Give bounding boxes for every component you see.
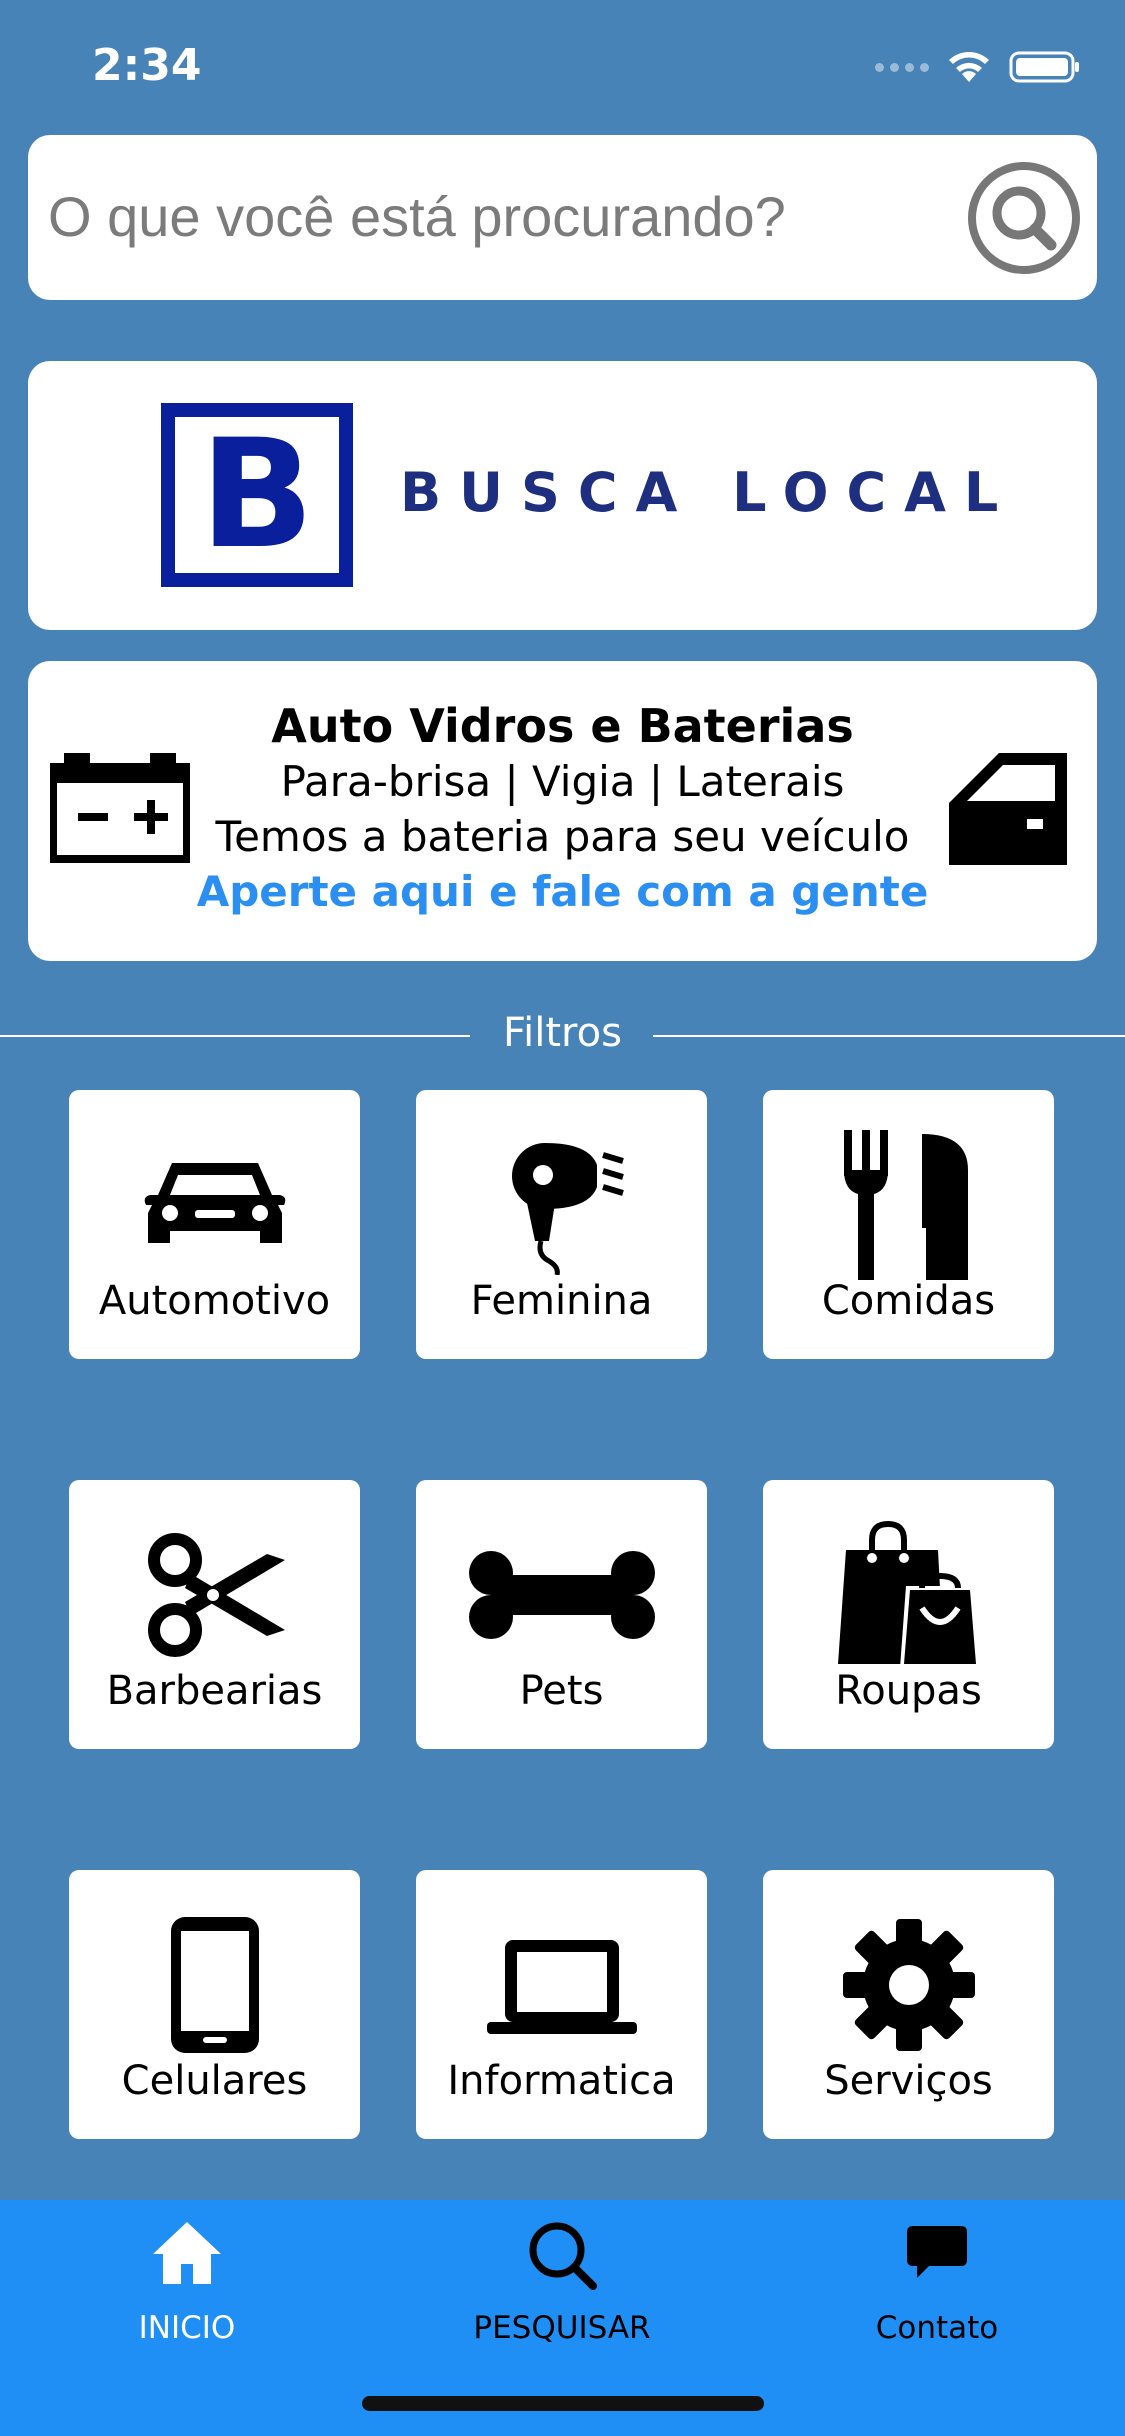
logo-letter: B — [199, 408, 315, 582]
ad-text: Auto Vidros e Baterias Para-brisa | Vigi… — [28, 699, 1097, 919]
car-door-icon — [949, 753, 1067, 865]
search-input[interactable] — [46, 165, 950, 267]
filter-label: Serviços — [824, 2058, 993, 2104]
filter-label: Pets — [519, 1668, 604, 1714]
logo-text: BUSCA LOCAL — [400, 461, 1017, 524]
tab-inicio[interactable]: INICIO — [37, 2220, 337, 2360]
tab-pesquisar[interactable]: PESQUISAR — [412, 2220, 712, 2360]
cellular-signal-icon — [875, 62, 929, 72]
search-icon — [968, 162, 1080, 274]
logo-banner: B BUSCA LOCAL — [28, 361, 1097, 630]
search-bar — [28, 135, 1097, 300]
status-bar: 2:34 — [0, 0, 1125, 135]
ad-banner[interactable]: Auto Vidros e Baterias Para-brisa | Vigi… — [28, 661, 1097, 961]
logo-mark: B — [161, 403, 353, 587]
filter-comidas[interactable]: Comidas — [763, 1090, 1054, 1359]
filter-label: Celulares — [121, 2058, 308, 2104]
scissors-icon — [147, 1533, 285, 1657]
wifi-icon — [949, 52, 989, 82]
divider-line-right — [653, 1035, 1125, 1037]
hair-dryer-icon — [511, 1143, 624, 1275]
filter-label: Barbearias — [106, 1668, 323, 1714]
search-icon — [529, 2222, 597, 2290]
filter-servicos[interactable]: Serviços — [763, 1870, 1054, 2139]
filters-divider: Filtros — [0, 1010, 1125, 1060]
filter-roupas[interactable]: Roupas — [763, 1480, 1054, 1749]
ad-title: Auto Vidros e Baterias — [271, 699, 854, 753]
laptop-icon — [486, 1940, 637, 2034]
filter-label: Informatica — [447, 2058, 676, 2104]
tab-contato[interactable]: Contato — [787, 2220, 1087, 2360]
chat-icon — [907, 2226, 967, 2278]
filter-celulares[interactable]: Celulares — [69, 1870, 360, 2139]
shopping-bag-icon — [837, 1520, 980, 1668]
filter-label: Feminina — [470, 1278, 653, 1324]
status-time: 2:34 — [92, 40, 202, 91]
battery-status-icon — [1009, 51, 1079, 83]
filter-label: Roupas — [835, 1668, 982, 1714]
tab-label: INICIO — [138, 2310, 236, 2346]
tab-label: Contato — [875, 2310, 999, 2346]
filter-label: Automotivo — [98, 1278, 331, 1324]
filters-label: Filtros — [503, 1010, 622, 1056]
ad-subtitle-line2: Temos a bateria para seu veículo — [215, 812, 910, 861]
gear-icon — [842, 1919, 975, 2051]
filter-feminina[interactable]: Feminina — [416, 1090, 707, 1359]
ad-contact-link[interactable]: Aperte aqui e fale com a gente — [28, 864, 1097, 919]
home-indicator — [362, 2396, 764, 2411]
ad-subtitle-line1: Para-brisa | Vigia | Laterais — [280, 757, 845, 806]
filter-label: Comidas — [821, 1278, 996, 1324]
car-icon — [144, 1163, 285, 1243]
home-icon — [153, 2222, 221, 2284]
tab-label: PESQUISAR — [473, 2310, 651, 2346]
search-button[interactable] — [967, 161, 1081, 275]
filter-pets[interactable]: Pets — [416, 1480, 707, 1749]
filter-automotivo[interactable]: Automotivo — [69, 1090, 360, 1359]
filter-informatica[interactable]: Informatica — [416, 1870, 707, 2139]
status-icons — [875, 50, 1081, 84]
bone-icon — [468, 1551, 655, 1639]
utensils-icon — [843, 1130, 968, 1280]
filter-barbearias[interactable]: Barbearias — [69, 1480, 360, 1749]
mobile-phone-icon — [170, 1917, 259, 2053]
